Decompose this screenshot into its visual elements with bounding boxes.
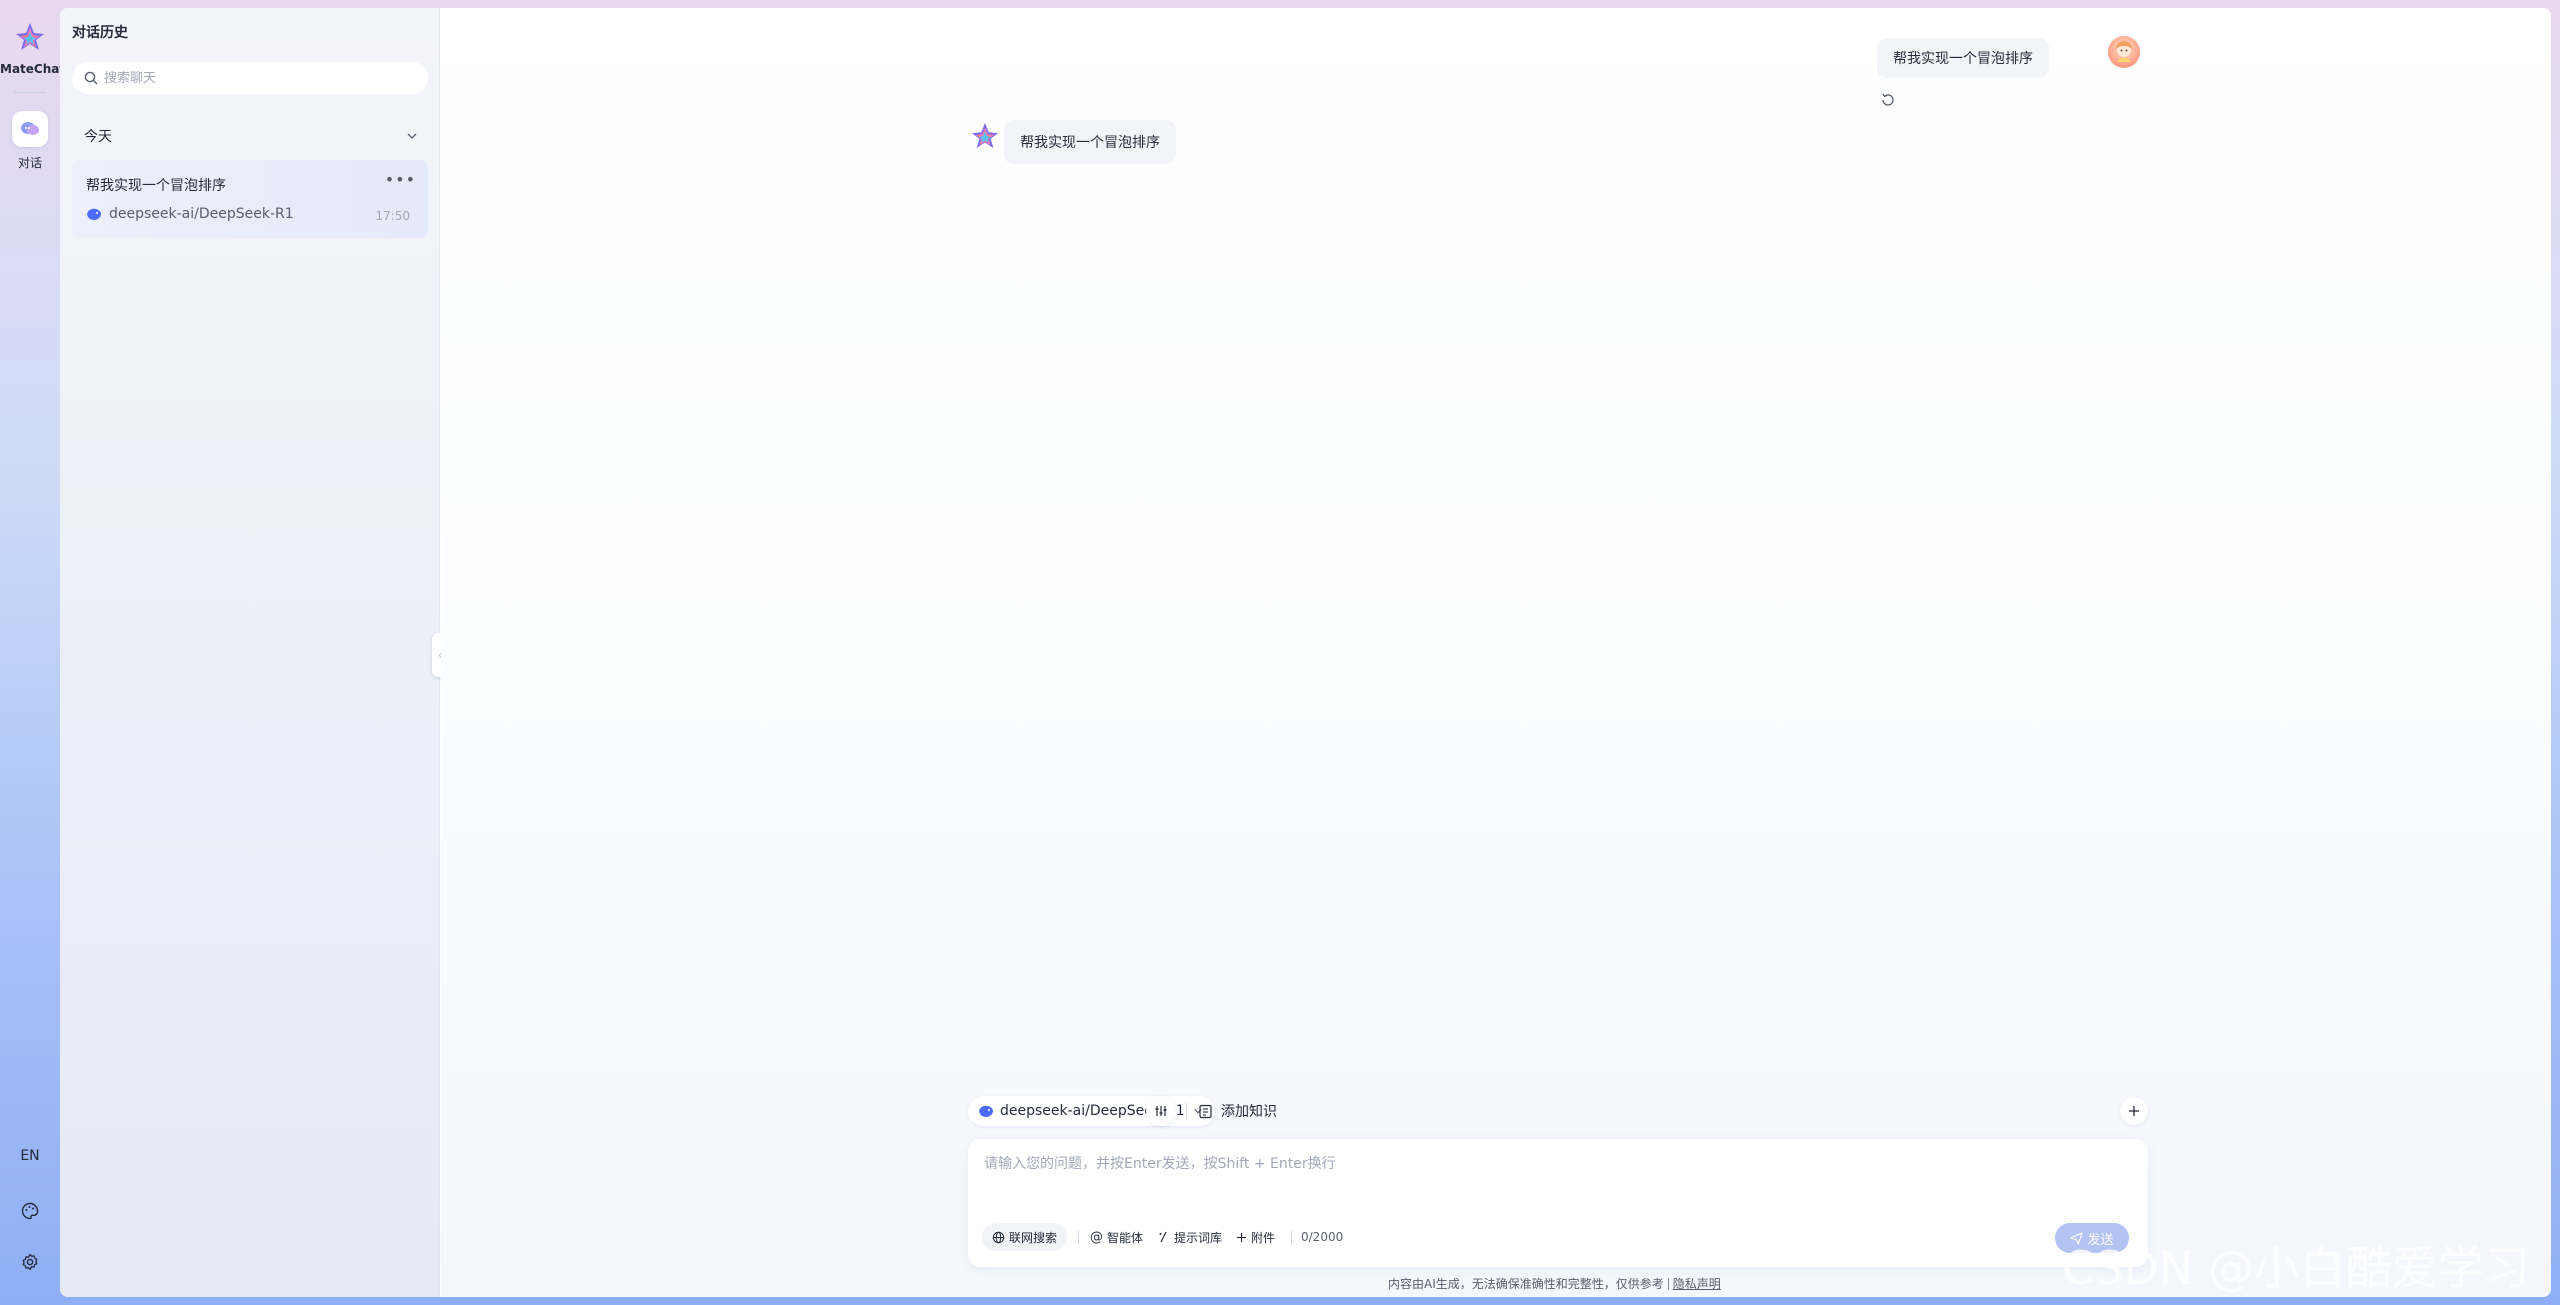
tools-divider (1291, 1230, 1292, 1244)
attachment-button[interactable]: 附件 (1236, 1223, 1275, 1251)
main-card: 对话历史 今天 帮我实现一个冒泡排序 ••• deepseek-ai/DeepS (60, 8, 2551, 1297)
plus-icon (2129, 1106, 2139, 1116)
rail-divider (14, 92, 46, 93)
user-avatar (2108, 36, 2140, 68)
char-count: 0/2000 (1301, 1230, 1344, 1244)
chat-bubble-icon (21, 122, 39, 135)
disclaimer-text: 内容由AI生成，无法确保准确性和完整性，仅供参考 (1388, 1277, 1664, 1291)
left-rail: MateChat 对话 EN (0, 0, 66, 1305)
language-toggle[interactable]: EN (0, 1148, 60, 1164)
at-icon: @ (1090, 1229, 1103, 1245)
history-panel: 对话历史 今天 帮我实现一个冒泡排序 ••• deepseek-ai/DeepS (60, 8, 440, 1297)
conversation-model: deepseek-ai/DeepSeek-R1 (86, 206, 294, 222)
user-message-bubble: 帮我实现一个冒泡排序 (1877, 38, 2049, 78)
web-search-button[interactable]: 联网搜索 (982, 1223, 1068, 1251)
group-today-header[interactable]: 今天 (72, 122, 428, 150)
ai-message-bubble: 帮我实现一个冒泡排序 (1004, 120, 1176, 164)
conversation-model-label: deepseek-ai/DeepSeek-R1 (109, 206, 294, 222)
toolbar-divider (1186, 1103, 1187, 1119)
new-chat-button[interactable] (2120, 1097, 2148, 1125)
settings-gear-icon[interactable] (18, 1250, 42, 1274)
add-knowledge-label: 添加知识 (1221, 1104, 1277, 1120)
composer-box: 联网搜索 @ 智能体 提示词库 附件 (968, 1139, 2148, 1267)
message-input[interactable] (984, 1153, 2124, 1193)
matechat-logo-icon[interactable] (15, 22, 45, 52)
ai-avatar-icon (971, 122, 999, 150)
history-search (72, 62, 428, 94)
model-selector[interactable]: deepseek-ai/DeepSeek-R1 (968, 1096, 1215, 1126)
brand-name: MateChat (0, 62, 66, 76)
plus-icon (1236, 1232, 1247, 1242)
knowledge-book-icon (1199, 1104, 1212, 1118)
model-params-button[interactable] (1146, 1096, 1176, 1126)
rail-chat-label: 对话 (17, 156, 42, 170)
agent-label: 智能体 (1107, 1230, 1144, 1245)
add-knowledge-button[interactable]: 添加知识 (1198, 1098, 1277, 1124)
ai-disclaimer: 内容由AI生成，无法确保准确性和完整性，仅供参考 隐私声明 (1388, 1275, 1721, 1292)
deepseek-whale-icon (979, 1105, 993, 1117)
slash-sparkle-icon (1159, 1231, 1167, 1243)
agent-button[interactable]: @ 智能体 (1090, 1223, 1143, 1251)
sliders-icon (1155, 1106, 1167, 1116)
more-options-icon[interactable]: ••• (385, 170, 416, 189)
prompt-library-button[interactable]: 提示词库 (1158, 1223, 1222, 1251)
disclaimer-divider (1667, 1277, 1669, 1290)
web-search-label: 联网搜索 (1009, 1230, 1058, 1245)
privacy-link[interactable]: 隐私声明 (1673, 1275, 1721, 1292)
tools-divider (1078, 1230, 1079, 1244)
deepseek-whale-icon (87, 208, 101, 220)
chevron-down-icon (407, 133, 417, 139)
group-today-label: 今天 (84, 129, 112, 145)
rail-chat-button[interactable] (12, 111, 48, 147)
csdn-watermark: CSDN @小白酷爱学习 (2062, 1241, 2530, 1295)
prompt-library-label: 提示词库 (1174, 1230, 1223, 1245)
history-title: 对话历史 (72, 25, 128, 41)
attachment-label: 附件 (1251, 1230, 1276, 1245)
chat-area: 帮我实现一个冒泡排序 帮我实现一个冒泡排序 deepseek-ai/DeepSe… (441, 8, 2551, 1297)
conversation-time: 17:50 (375, 209, 410, 223)
conversation-title: 帮我实现一个冒泡排序 (86, 178, 226, 194)
conversation-item[interactable]: 帮我实现一个冒泡排序 ••• deepseek-ai/DeepSeek-R1 1… (72, 160, 428, 238)
theme-palette-icon[interactable] (18, 1199, 42, 1223)
search-icon (84, 71, 98, 85)
globe-icon (992, 1231, 1005, 1243)
regenerate-icon[interactable] (1880, 92, 1896, 108)
search-input[interactable] (104, 70, 404, 86)
